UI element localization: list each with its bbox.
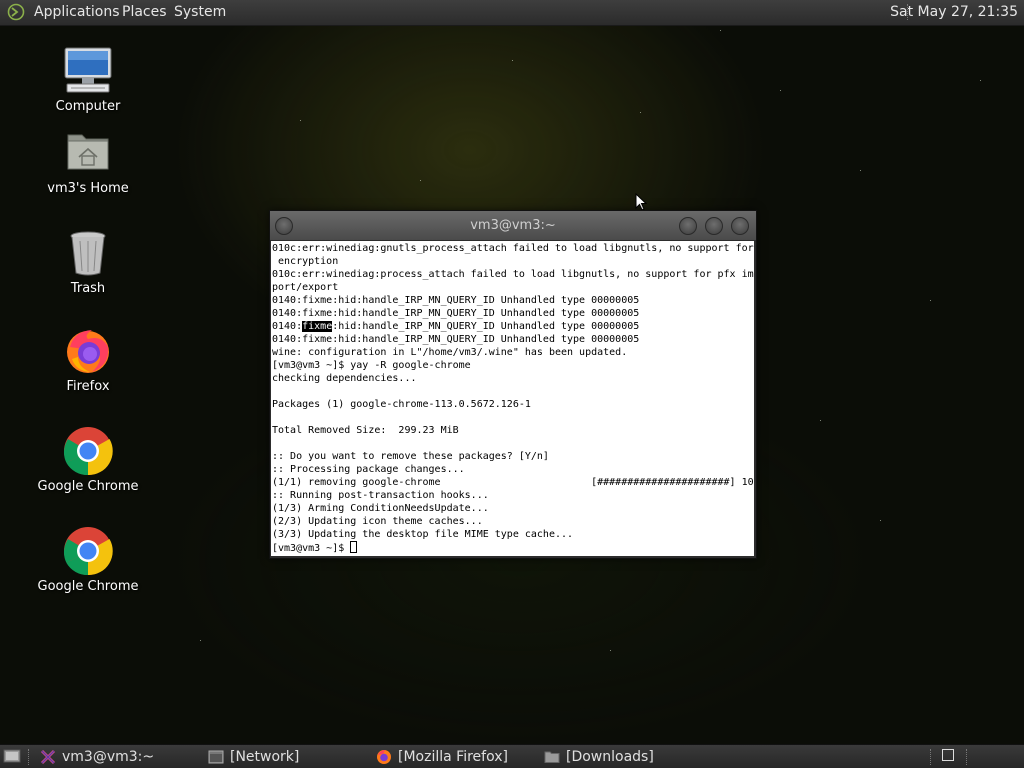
terminal-line: :: Processing package changes... bbox=[272, 464, 465, 475]
terminal-line: (3/3) Updating the desktop file MIME typ… bbox=[272, 529, 574, 540]
terminal-line: (1/1) removing google-chrome [##########… bbox=[272, 477, 754, 488]
terminal-output[interactable]: 010c:err:winediag:gnutls_process_attach … bbox=[271, 241, 754, 556]
show-desktop-icon[interactable] bbox=[3, 748, 21, 765]
terminal-line: checking dependencies... bbox=[272, 373, 417, 384]
applications-menu[interactable]: Applications bbox=[34, 4, 120, 20]
maximize-button[interactable] bbox=[705, 217, 723, 235]
top-panel: Applications Places System Sat May 27, 2… bbox=[0, 0, 1024, 26]
desktop-icon-computer[interactable]: Computer bbox=[28, 45, 148, 114]
desktop-icon-home[interactable]: vm3's Home bbox=[28, 127, 148, 196]
firefox-icon bbox=[377, 750, 391, 764]
terminal-line: 010c:err:winediag:process_attach failed … bbox=[272, 269, 754, 280]
terminal-line: :: Running post-transaction hooks... bbox=[272, 490, 489, 501]
desktop-icon-google-chrome[interactable]: Google Chrome bbox=[28, 425, 148, 494]
minimize-button[interactable] bbox=[679, 217, 697, 235]
terminal-line: (2/3) Updating icon theme caches... bbox=[272, 516, 483, 527]
terminal-line: port/export bbox=[272, 282, 339, 293]
desktop-icon-label: Google Chrome bbox=[37, 579, 139, 594]
window-title: vm3@vm3:~ bbox=[470, 218, 556, 233]
text-cursor bbox=[350, 541, 358, 553]
terminal-line: Total Removed Size: 299.23 MiB bbox=[272, 425, 459, 436]
trash-icon bbox=[62, 227, 114, 279]
terminal-line-prefix: 0140: bbox=[272, 321, 303, 332]
terminal-line: 0140:fixme:hid:handle_IRP_MN_QUERY_ID Un… bbox=[272, 308, 640, 319]
system-menu[interactable]: System bbox=[174, 4, 226, 20]
taskbar-item-downloads[interactable]: [Downloads] bbox=[544, 745, 704, 768]
desktop-icon-label: vm3's Home bbox=[47, 181, 129, 196]
panel-separator bbox=[28, 749, 29, 765]
network-window-icon bbox=[208, 750, 224, 764]
mouse-pointer-icon bbox=[635, 193, 647, 211]
bottom-panel: vm3@vm3:~ [Network] [Mozilla Firefox] [D… bbox=[0, 744, 1024, 768]
terminal-line: encryption bbox=[272, 256, 339, 267]
panel-separator bbox=[966, 749, 967, 765]
distro-logo-icon[interactable] bbox=[6, 3, 26, 21]
terminal-line: 0140:fixme:hid:handle_IRP_MN_QUERY_ID Un… bbox=[272, 295, 640, 306]
desktop-icon-firefox[interactable]: Firefox bbox=[28, 325, 148, 394]
terminal-line: :: Do you want to remove these packages?… bbox=[272, 451, 549, 462]
desktop-icon-google-chrome[interactable]: Google Chrome bbox=[28, 525, 148, 594]
desktop-icon-trash[interactable]: Trash bbox=[28, 227, 148, 296]
taskbar-item-label: [Mozilla Firefox] bbox=[398, 749, 508, 765]
places-menu[interactable]: Places bbox=[122, 4, 167, 20]
terminal-icon bbox=[40, 749, 56, 765]
terminal-window[interactable]: vm3@vm3:~ 010c:err:winediag:gnutls_proce… bbox=[269, 210, 757, 559]
workspace-switcher[interactable] bbox=[942, 749, 954, 761]
terminal-line: (1/3) Arming ConditionNeedsUpdate... bbox=[272, 503, 489, 514]
desktop-icon-label: Trash bbox=[70, 281, 106, 296]
terminal-line: wine: configuration in L"/home/vm3/.wine… bbox=[272, 347, 628, 358]
terminal-line: Packages (1) google-chrome-113.0.5672.12… bbox=[272, 399, 531, 410]
terminal-prompt: [vm3@vm3 ~]$ bbox=[272, 543, 351, 554]
taskbar-item-label: [Network] bbox=[230, 749, 300, 765]
window-menu-button[interactable] bbox=[275, 217, 293, 235]
chrome-icon bbox=[62, 425, 114, 477]
desktop-icon-label: Google Chrome bbox=[37, 479, 139, 494]
desktop-icon-label: Firefox bbox=[66, 379, 110, 394]
panel-separator bbox=[930, 749, 931, 765]
terminal-line: 0140:fixme:hid:handle_IRP_MN_QUERY_ID Un… bbox=[272, 320, 754, 333]
window-titlebar[interactable]: vm3@vm3:~ bbox=[270, 211, 756, 240]
folder-icon bbox=[544, 751, 560, 763]
terminal-line-rest: :hid:handle_IRP_MN_QUERY_ID Unhandled ty… bbox=[332, 321, 640, 332]
terminal-line: 010c:err:winediag:gnutls_process_attach … bbox=[272, 243, 754, 254]
taskbar-item-terminal[interactable]: vm3@vm3:~ bbox=[40, 745, 200, 768]
taskbar-item-network[interactable]: [Network] bbox=[208, 745, 368, 768]
desktop-icon-label: Computer bbox=[55, 99, 121, 114]
taskbar-item-firefox[interactable]: [Mozilla Firefox] bbox=[376, 745, 536, 768]
taskbar-item-label: vm3@vm3:~ bbox=[62, 749, 155, 765]
chrome-icon bbox=[62, 525, 114, 577]
text-selection[interactable]: fixme bbox=[302, 321, 333, 332]
firefox-icon bbox=[62, 325, 114, 377]
home-folder-icon bbox=[62, 127, 114, 179]
taskbar-item-label: [Downloads] bbox=[566, 749, 654, 765]
terminal-prompt-line[interactable]: [vm3@vm3 ~]$ bbox=[272, 541, 754, 555]
clock[interactable]: Sat May 27, 21:35 bbox=[890, 4, 1018, 20]
close-button[interactable] bbox=[731, 217, 749, 235]
computer-icon bbox=[62, 45, 114, 97]
terminal-line: [vm3@vm3 ~]$ yay -R google-chrome bbox=[272, 360, 471, 371]
terminal-line: 0140:fixme:hid:handle_IRP_MN_QUERY_ID Un… bbox=[272, 334, 640, 345]
